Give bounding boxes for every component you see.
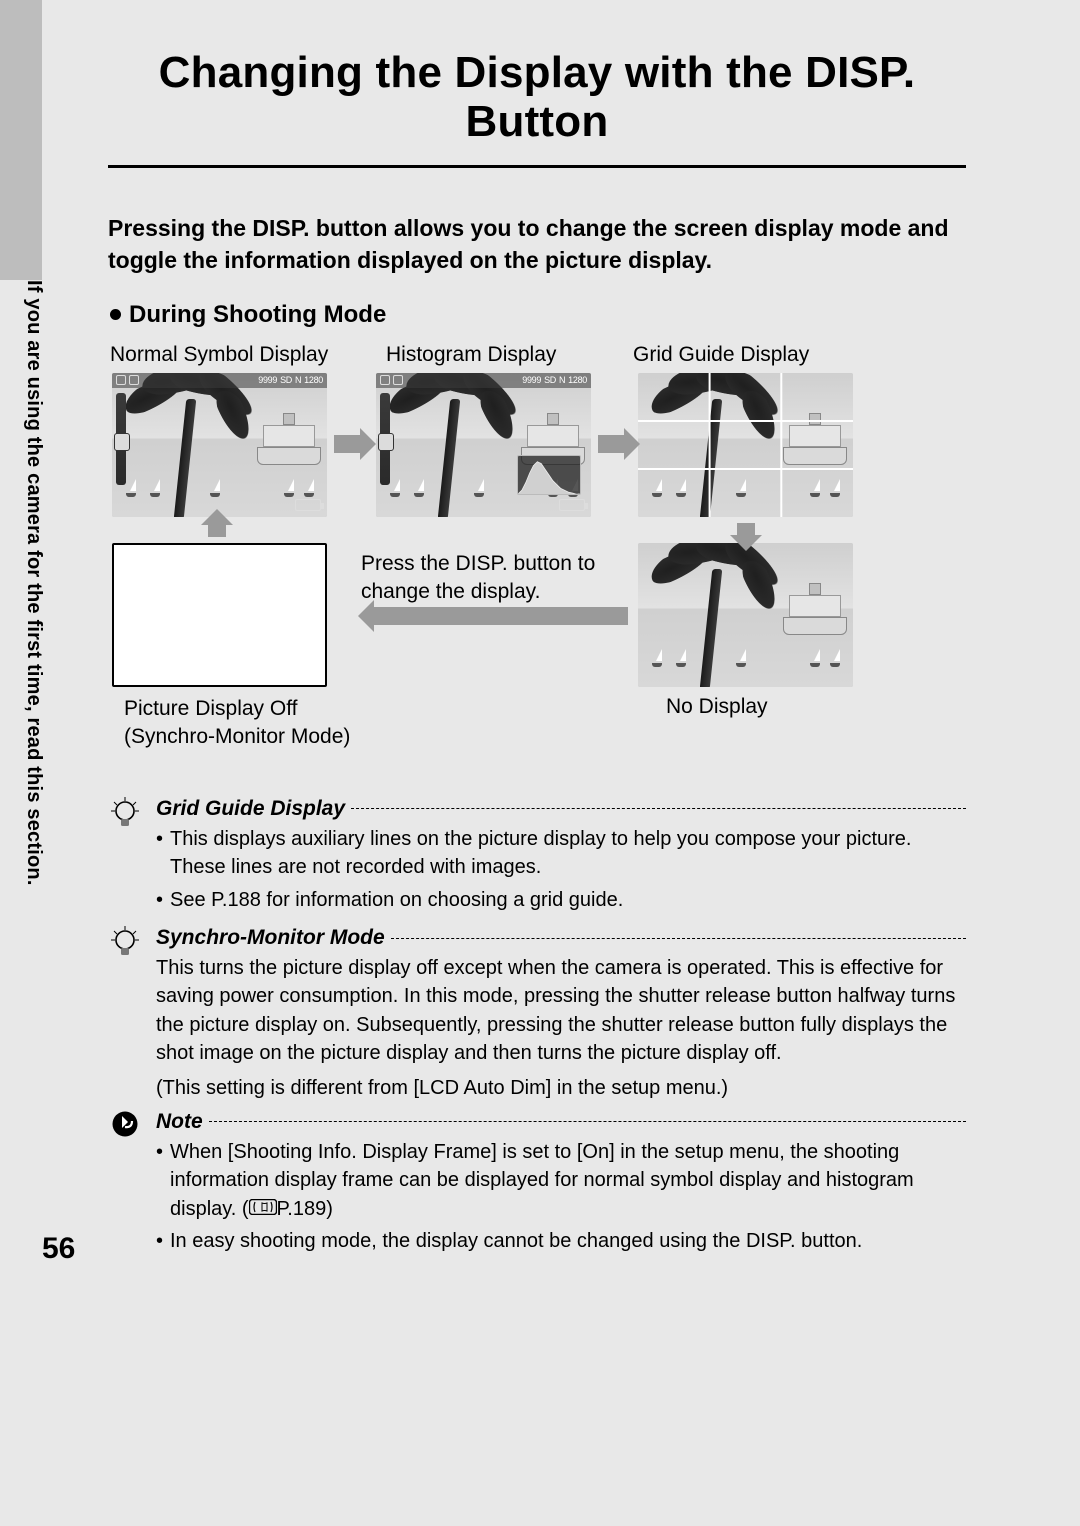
- arrow-right-icon: [598, 435, 626, 453]
- arrow-right-icon: [334, 435, 362, 453]
- osd-sd: SD: [544, 375, 556, 385]
- camera-mode-icon: [129, 375, 139, 385]
- caption-grid: Grid Guide Display: [633, 343, 809, 367]
- osd-shots: 9999: [522, 375, 541, 385]
- tip-paragraph: (This setting is different from [LCD Aut…: [156, 1074, 966, 1102]
- margin-tab: [0, 0, 42, 280]
- screen-grid-guide: [638, 373, 853, 517]
- osd-quality: N: [559, 375, 565, 385]
- flash-icon: [116, 375, 126, 385]
- off-line2: (Synchro-Monitor Mode): [124, 725, 350, 748]
- screen-no-display: [638, 543, 853, 687]
- arrow-down-icon: [737, 523, 755, 537]
- section-heading-text: During Shooting Mode: [129, 301, 386, 329]
- side-hint-text: If you are using the camera for the firs…: [22, 280, 45, 1020]
- caption-histogram: Histogram Display: [386, 343, 556, 367]
- cycle-line1: Press the DISP. button to: [361, 552, 595, 575]
- screen-normal-symbol: 9999 SD N 1280: [112, 373, 327, 517]
- zoom-bar: [116, 393, 126, 485]
- tip-title: Grid Guide Display: [156, 797, 345, 821]
- battery-icon: [295, 499, 321, 511]
- display-cycle-diagram: Normal Symbol Display Histogram Display …: [108, 343, 966, 781]
- flash-icon: [380, 375, 390, 385]
- osd-quality: N: [295, 375, 301, 385]
- tip-bullet: This displays auxiliary lines on the pic…: [156, 825, 966, 882]
- caption-no-display: No Display: [666, 695, 768, 719]
- page-title: Changing the Display with the DISP. Butt…: [108, 44, 966, 168]
- note-icon: [108, 1110, 142, 1260]
- cycle-line2: change the display.: [361, 580, 540, 603]
- osd-size: 1280: [568, 375, 587, 385]
- tip-paragraph: This turns the picture display off excep…: [156, 954, 966, 1068]
- histogram-overlay: [517, 455, 581, 495]
- grid-lines-icon: [638, 373, 853, 517]
- screen-picture-off: [112, 543, 327, 687]
- osd-shots: 9999: [258, 375, 277, 385]
- arrow-up-icon: [208, 523, 226, 537]
- tip-title: Synchro-Monitor Mode: [156, 926, 385, 950]
- arrow-left-icon: [372, 607, 628, 625]
- bullet-icon: [110, 309, 121, 320]
- screen-histogram: 9999 SD N 1280: [376, 373, 591, 517]
- page-ref-icon: [249, 1199, 277, 1215]
- zoom-bar: [380, 393, 390, 485]
- caption-normal: Normal Symbol Display: [110, 343, 328, 367]
- caption-cycle: Press the DISP. button to change the dis…: [361, 550, 616, 607]
- tip-grid-guide: Grid Guide Display This displays auxilia…: [108, 797, 966, 918]
- note-title: Note: [156, 1110, 203, 1134]
- section-heading: During Shooting Mode: [108, 301, 966, 329]
- tip-synchro-monitor: Synchro-Monitor Mode This turns the pict…: [108, 926, 966, 1102]
- tip-bullet: See P.188 for information on choosing a …: [156, 886, 966, 914]
- note-bullet: When [Shooting Info. Display Frame] is s…: [156, 1138, 966, 1223]
- lightbulb-icon: [108, 797, 142, 918]
- note-block: Note When [Shooting Info. Display Frame]…: [108, 1110, 966, 1260]
- off-line1: Picture Display Off: [124, 697, 298, 720]
- lightbulb-icon: [108, 926, 142, 1102]
- page-content: Changing the Display with the DISP. Butt…: [108, 44, 966, 1262]
- intro-paragraph: Pressing the DISP. button allows you to …: [108, 212, 966, 277]
- note-bullet: In easy shooting mode, the display canno…: [156, 1227, 966, 1255]
- caption-picture-off: Picture Display Off (Synchro-Monitor Mod…: [124, 695, 350, 752]
- camera-mode-icon: [393, 375, 403, 385]
- note-page-ref: P.189): [277, 1198, 333, 1220]
- osd-sd: SD: [280, 375, 292, 385]
- page-number: 56: [42, 1232, 75, 1266]
- osd-size: 1280: [304, 375, 323, 385]
- battery-icon: [559, 499, 585, 511]
